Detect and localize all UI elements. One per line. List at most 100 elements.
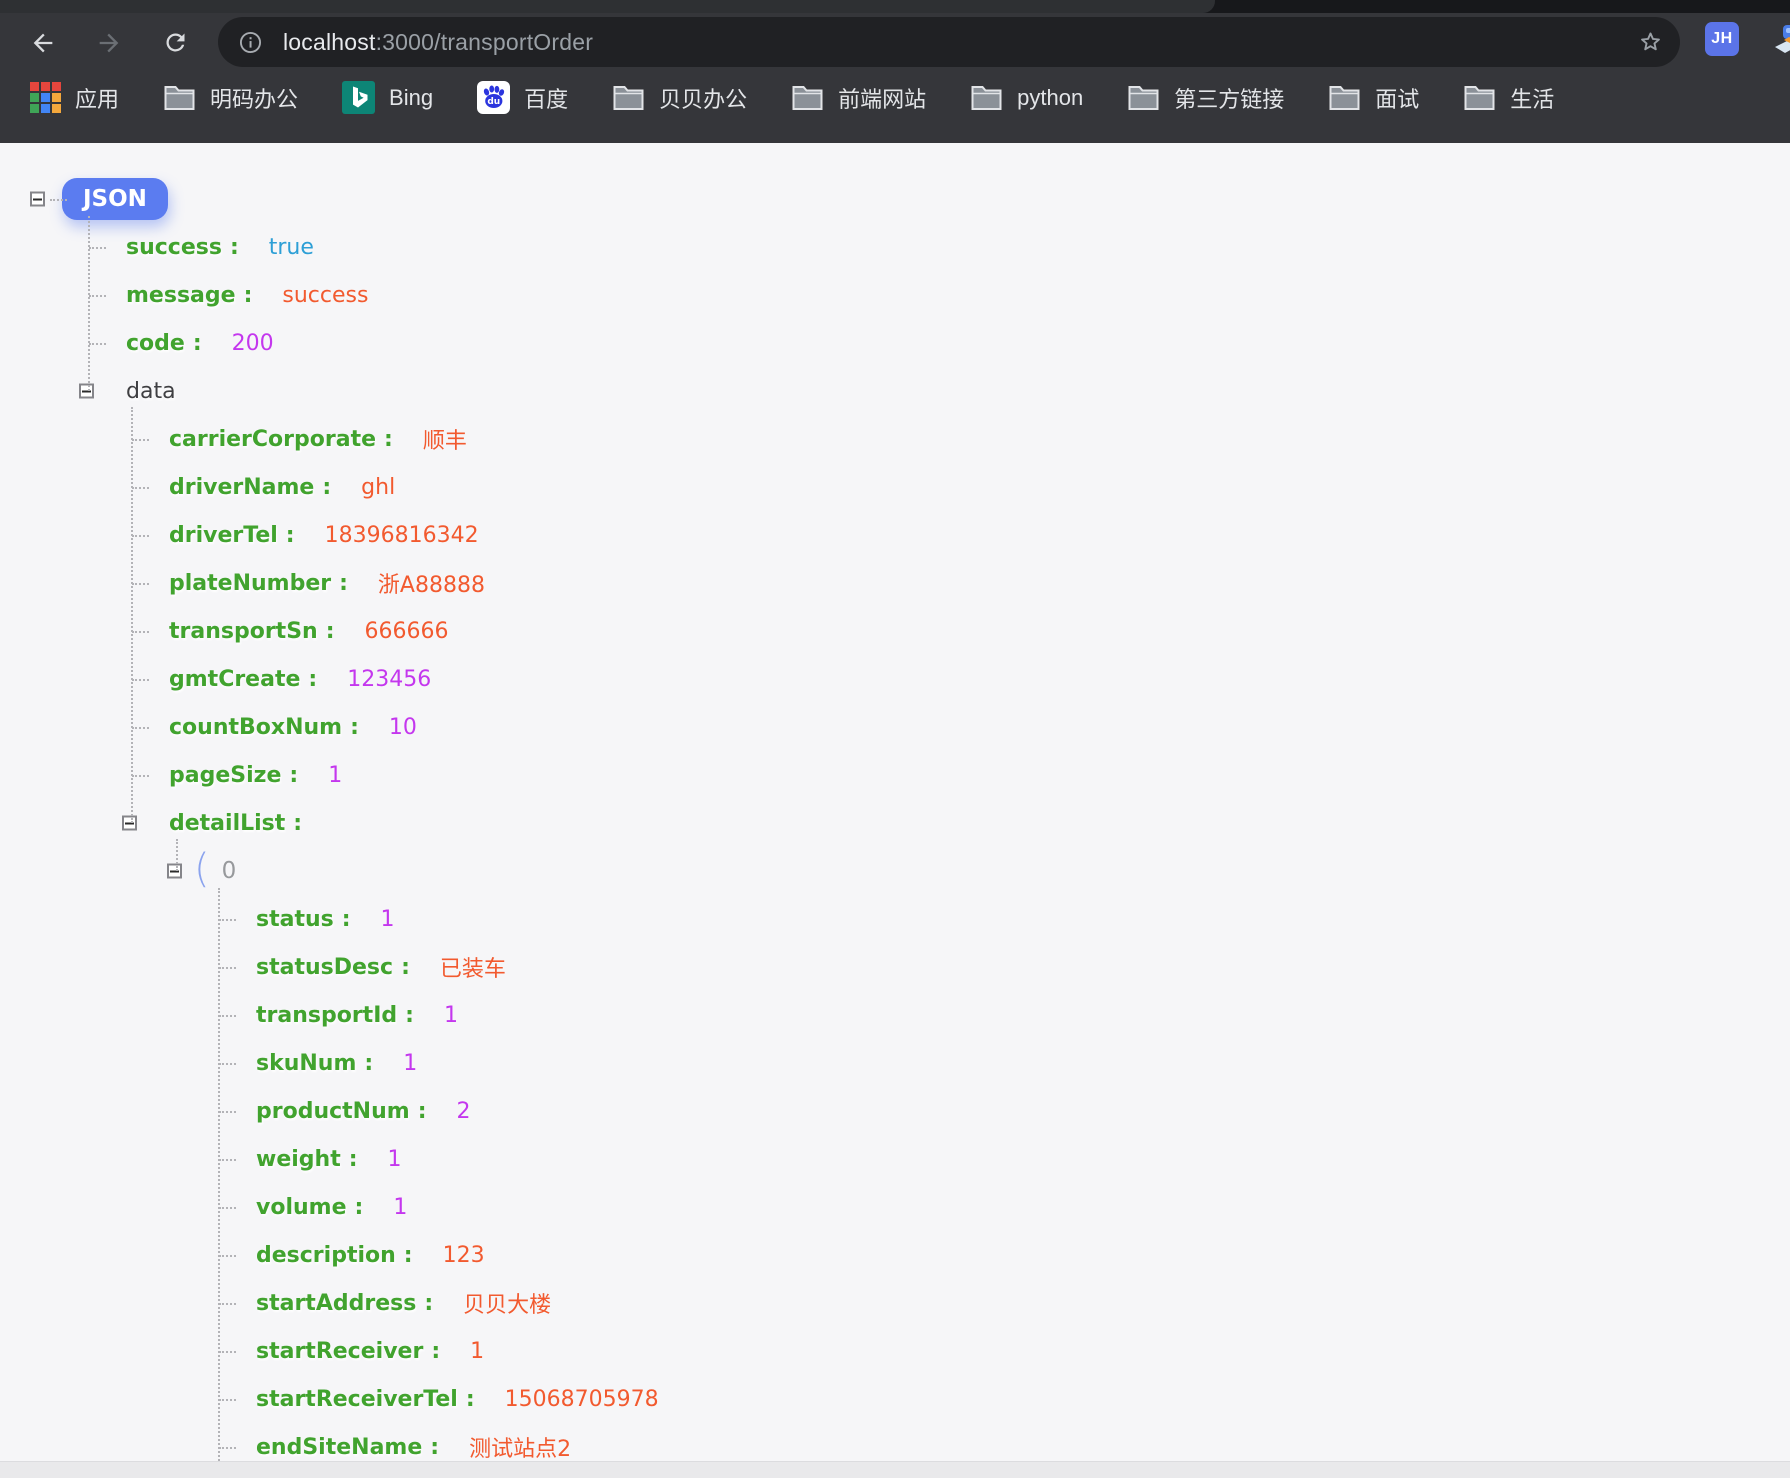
key-colon: : (405, 1002, 414, 1028)
folder-icon (163, 84, 196, 112)
json-value: 10 (388, 714, 417, 740)
tree-indent-guide (88, 216, 90, 391)
json-key: skuNum (256, 1050, 357, 1076)
bookmark-label: Bing (389, 84, 434, 110)
json-value: 123 (442, 1242, 485, 1268)
bookmark-item-百度[interactable]: du 百度 (477, 81, 568, 114)
browser-window: localhost:3000/transportOrder JH 应用 明码办公 B… (0, 0, 1790, 1478)
json-key: countBoxNum (169, 714, 343, 740)
key-colon: : (465, 1386, 475, 1412)
key-colon: : (285, 522, 295, 548)
key-colon: : (325, 618, 335, 644)
tree-connector (89, 247, 106, 249)
browser-toolbar: localhost:3000/transportOrder JH (0, 13, 1790, 72)
collapse-toggle-icon[interactable] (30, 191, 45, 207)
array-index: 0 (221, 858, 237, 884)
bookmark-item-面试[interactable]: 面试 (1328, 82, 1419, 114)
tree-connector (219, 967, 236, 969)
json-value: 1 (403, 1050, 418, 1076)
key-colon: : (289, 762, 299, 788)
json-tree-row-startReceiverTel: startReceiverTel: 15068705978 (0, 1375, 1790, 1423)
tree-connector (219, 1111, 236, 1113)
json-tree-row-detailList: detailList: (0, 799, 1790, 847)
json-root-badge[interactable]: JSON (62, 178, 168, 220)
json-key: startAddress (256, 1290, 417, 1316)
json-tree-row-description: description: 123 (0, 1231, 1790, 1279)
json-value: 顺丰 (422, 429, 467, 454)
json-tree-row-data: data (0, 367, 1790, 415)
bookmark-label: 百度 (524, 86, 569, 112)
bookmark-star-icon[interactable] (1637, 29, 1664, 56)
json-tree-row-startAddress: startAddress: 贝贝大楼 (0, 1279, 1790, 1327)
json-key: carrierCorporate (169, 426, 377, 452)
collapse-toggle-icon[interactable] (79, 383, 94, 399)
active-tab[interactable] (0, 0, 1215, 13)
json-tree-row-transportSn: transportSn: 666666 (0, 607, 1790, 655)
reload-button[interactable] (158, 26, 192, 60)
json-key: statusDesc (256, 954, 394, 980)
bookmark-item-明码办公[interactable]: 明码办公 (163, 82, 298, 114)
json-key: plateNumber (169, 570, 332, 596)
json-key: gmtCreate (169, 666, 301, 692)
json-tree-row-success: success: true (0, 223, 1790, 271)
address-bar[interactable]: localhost:3000/transportOrder (218, 17, 1680, 67)
json-key: transportId (256, 1002, 398, 1028)
bookmark-item-生活[interactable]: 生活 (1463, 82, 1554, 114)
bookmark-item-第三方链接[interactable]: 第三方链接 (1127, 82, 1284, 114)
bookmark-label: python (1017, 84, 1084, 110)
tree-connector (50, 199, 67, 201)
bookmark-item-应用[interactable]: 应用 (30, 82, 119, 114)
key-colon: : (229, 234, 239, 260)
forward-button[interactable] (92, 26, 126, 60)
key-colon: : (293, 810, 303, 836)
json-tree-row-skuNum: skuNum: 1 (0, 1039, 1790, 1087)
json-value: 1 (393, 1194, 408, 1220)
tree-connector (89, 343, 106, 345)
page-content: JSON success: true message: success code: 200 d… (0, 143, 1790, 1478)
json-tree-row-code: code: 200 (0, 319, 1790, 367)
json-key: message (126, 282, 236, 308)
extension-icon-partial[interactable] (1769, 23, 1790, 59)
key-colon: : (192, 330, 202, 356)
json-tree-row-countBoxNum: countBoxNum: 10 (0, 703, 1790, 751)
tree-connector (132, 727, 149, 729)
json-key: pageSize (169, 762, 282, 788)
tree-connector (132, 775, 149, 777)
bookmark-item-python[interactable]: python (970, 84, 1083, 112)
json-tree-row-pageSize: pageSize: 1 (0, 751, 1790, 799)
tree-connector (219, 1255, 236, 1257)
json-value: success (282, 282, 369, 308)
url-text[interactable]: localhost:3000/transportOrder (283, 29, 593, 56)
extension-jh-icon[interactable]: JH (1705, 22, 1739, 56)
tab-strip (0, 0, 1790, 13)
json-key: transportSn (169, 618, 318, 644)
json-tree-row-weight: weight: 1 (0, 1135, 1790, 1183)
collapse-toggle-icon[interactable] (122, 815, 137, 831)
key-colon: : (431, 1338, 441, 1364)
tree-connector (132, 535, 149, 537)
json-tree-row-plateNumber: plateNumber: 浙A88888 (0, 559, 1790, 607)
bookmark-item-贝贝办公[interactable]: 贝贝办公 (612, 82, 747, 114)
forward-arrow-icon (99, 33, 119, 52)
bookmark-item-前端网站[interactable]: 前端网站 (791, 82, 926, 114)
json-tree-row-statusDesc: statusDesc: 已装车 (0, 943, 1790, 991)
site-info-icon[interactable] (238, 30, 263, 55)
url-host: localhost (283, 28, 376, 55)
horizontal-scrollbar[interactable] (0, 1461, 1790, 1478)
key-colon: : (364, 1050, 374, 1076)
tree-connector (132, 487, 149, 489)
json-key: description (256, 1242, 396, 1268)
array-open-paren: ( (194, 845, 210, 892)
folder-icon (791, 84, 824, 112)
back-button[interactable] (26, 26, 60, 60)
reload-icon (165, 33, 184, 52)
key-colon: : (243, 282, 253, 308)
tree-connector (219, 1015, 236, 1017)
json-key: productNum (256, 1098, 410, 1124)
key-colon: : (354, 1194, 364, 1220)
bing-icon (342, 81, 376, 114)
folder-icon (1127, 84, 1160, 112)
json-key: driverName (169, 474, 315, 500)
collapse-toggle-icon[interactable] (167, 863, 182, 879)
bookmark-item-Bing[interactable]: Bing (342, 81, 433, 114)
